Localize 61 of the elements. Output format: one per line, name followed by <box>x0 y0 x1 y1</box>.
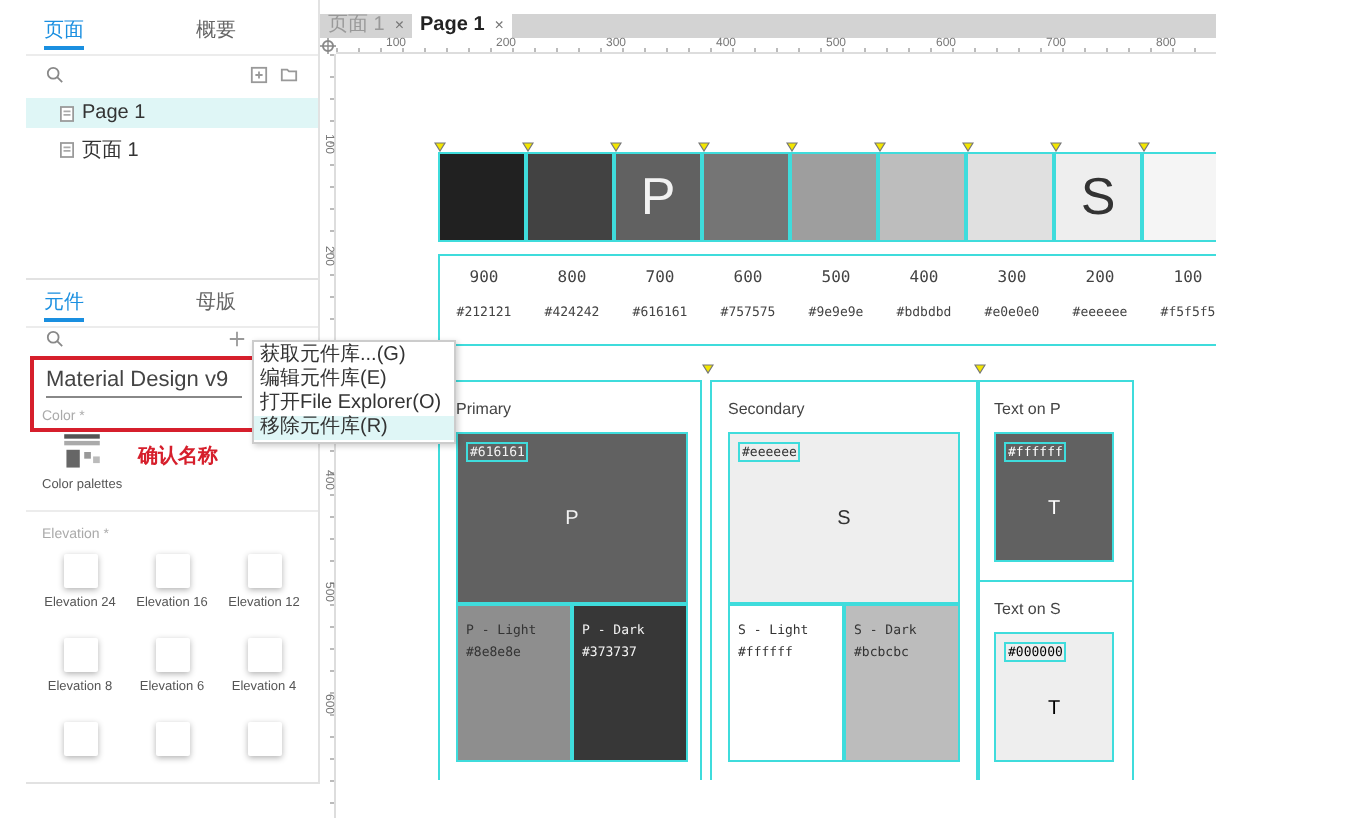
editor-tab[interactable]: Page 1 × <box>412 14 512 38</box>
anchor-marker-icon <box>522 142 534 152</box>
anchor-marker-icon <box>434 142 446 152</box>
page-icon <box>60 141 74 157</box>
search-icon[interactable] <box>46 330 64 349</box>
search-icon[interactable] <box>46 65 64 83</box>
close-icon[interactable]: × <box>494 14 504 38</box>
elevation-tile[interactable] <box>63 553 97 588</box>
elevation-tile[interactable] <box>63 721 97 756</box>
page-item[interactable]: 页面 1 <box>26 134 318 164</box>
anchor-marker-icon <box>610 142 622 152</box>
menu-item[interactable]: 编辑元件库(E) <box>254 368 454 392</box>
shade-number: 300 <box>997 268 1027 286</box>
crosshair-icon <box>320 38 336 54</box>
elevation-tile[interactable] <box>155 637 189 672</box>
elevation-tile[interactable] <box>247 637 281 672</box>
shade-number: 900 <box>469 268 499 286</box>
page-icon <box>60 105 74 121</box>
swatch-letter: P <box>640 166 676 228</box>
group-title: Text on P <box>994 400 1063 422</box>
menu-item[interactable]: 打开File Explorer(O) <box>254 392 454 416</box>
shade-number: 600 <box>733 268 763 286</box>
add-page-icon[interactable] <box>250 65 268 83</box>
plus-icon[interactable] <box>228 330 246 349</box>
group-title: Text on S <box>994 600 1063 622</box>
panel-tab[interactable]: 母版 <box>196 291 236 322</box>
elevation-tile[interactable] <box>155 553 189 588</box>
anchor-marker-icon <box>974 364 986 374</box>
anchor-marker-icon <box>702 364 714 374</box>
block-letter: S <box>837 507 851 529</box>
shade-number: 700 <box>645 268 675 286</box>
anchor-marker-icon <box>1050 142 1062 152</box>
color-palette-icon[interactable] <box>62 432 103 473</box>
anchor-marker-icon <box>962 142 974 152</box>
panel-tab[interactable]: 页面 <box>44 20 84 50</box>
group-title: Primary <box>456 400 514 422</box>
group-title: Secondary <box>728 400 807 422</box>
shade-number: 100 <box>1173 268 1203 286</box>
shade-number: 400 <box>909 268 939 286</box>
anchor-marker-icon <box>698 142 710 152</box>
library-name-field[interactable]: Material Design v9 <box>46 362 242 399</box>
elevation-tile[interactable] <box>247 553 281 588</box>
page-item[interactable]: Page 1 <box>26 98 318 128</box>
menu-item[interactable]: 获取元件库...(G) <box>254 344 454 368</box>
elevation-tile[interactable] <box>63 637 97 672</box>
shade-number: 500 <box>821 268 851 286</box>
elevation-tile[interactable] <box>155 721 189 756</box>
swatch-letter: S <box>1080 166 1116 228</box>
anchor-marker-icon <box>786 142 798 152</box>
annotation-text: 确认名称 <box>138 443 219 471</box>
elevation-tile[interactable] <box>247 721 281 756</box>
anchor-marker-icon <box>1138 142 1150 152</box>
folder-icon[interactable] <box>280 65 298 83</box>
shade-number: 200 <box>1085 268 1115 286</box>
block-letter: T <box>1047 498 1061 520</box>
anchor-marker-icon <box>874 142 886 152</box>
block-letter: T <box>1047 698 1061 720</box>
panel-tab[interactable]: 概要 <box>196 20 236 50</box>
block-letter: P <box>565 507 579 529</box>
shade-number: 800 <box>557 268 587 286</box>
menu-item[interactable]: 移除元件库(R) <box>254 416 454 440</box>
